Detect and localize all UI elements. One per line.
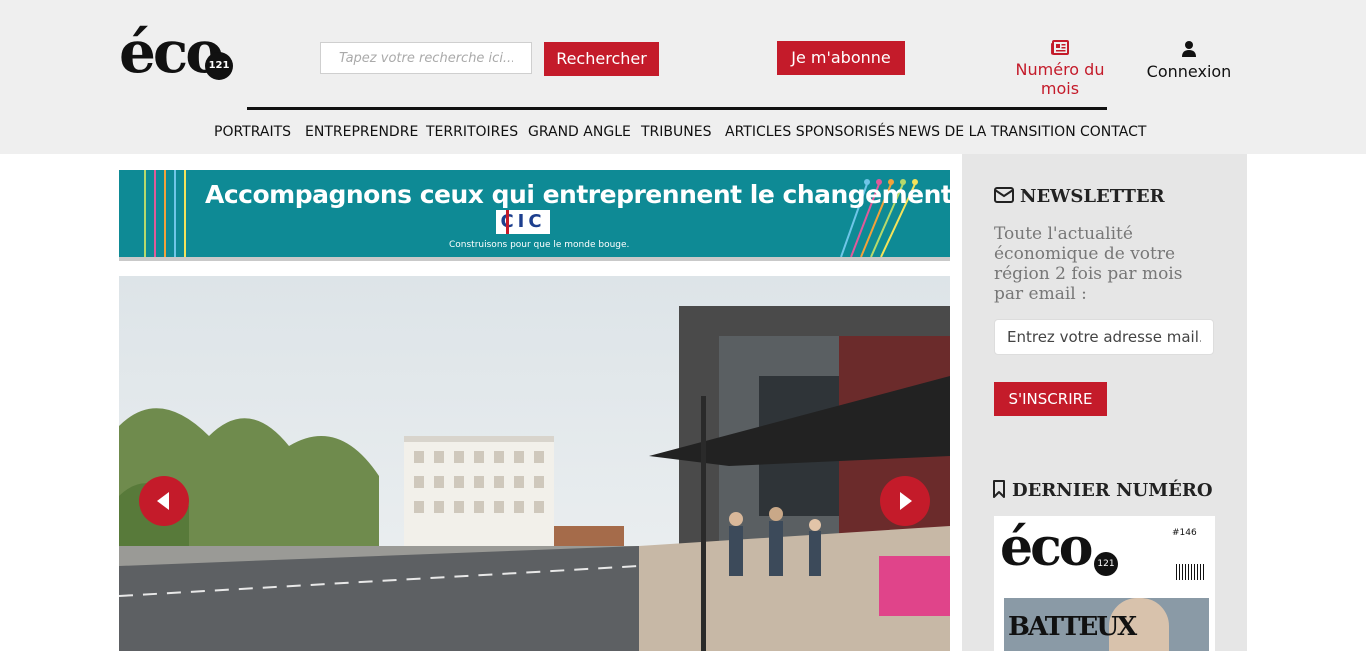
user-icon xyxy=(1182,41,1196,57)
latest-issue-cover[interactable]: éco 121 #146 BATTEUX xyxy=(994,516,1215,651)
logo-badge: 121 xyxy=(205,52,233,80)
logo-wordmark: éco xyxy=(119,18,224,86)
login-label: Connexion xyxy=(1146,62,1232,81)
cic-logo: CIC xyxy=(496,210,550,234)
latest-issue-heading: DERNIER NUMÉRO xyxy=(992,480,1213,501)
latest-issue-title: DERNIER NUMÉRO xyxy=(1012,480,1213,501)
site-logo[interactable]: éco 121 xyxy=(119,14,249,90)
newspaper-icon xyxy=(1051,40,1069,55)
search-button[interactable]: Rechercher xyxy=(544,42,659,76)
newsletter-title: NEWSLETTER xyxy=(1020,186,1165,207)
nav-item-portraits[interactable]: PORTRAITS xyxy=(214,124,291,140)
bookmark-icon xyxy=(993,480,1005,498)
cover-logo-badge: 121 xyxy=(1094,552,1118,576)
cover-photo: BATTEUX xyxy=(1004,598,1209,651)
cover-logo: éco xyxy=(1000,517,1093,578)
cic-logo-bar xyxy=(506,210,509,234)
banner-tagline: Construisons pour que le monde bouge. xyxy=(449,240,630,250)
nav-item-territoires[interactable]: TERRITOIRES xyxy=(426,124,518,140)
cover-barcode xyxy=(1176,564,1206,580)
banner-bottom-border xyxy=(119,257,950,261)
site-header: éco 121 Rechercher Je m'abonne Numéro du… xyxy=(0,0,1366,154)
newsletter-heading: NEWSLETTER xyxy=(994,186,1165,207)
cic-logo-text: CIC xyxy=(500,211,546,232)
chevron-left-icon xyxy=(157,492,169,510)
nav-divider xyxy=(247,107,1107,110)
subscribe-button[interactable]: Je m'abonne xyxy=(777,41,905,75)
nav-item-news-transition[interactable]: NEWS DE LA TRANSITION xyxy=(898,124,1076,140)
chevron-right-icon xyxy=(900,492,912,510)
issue-of-month-label: Numéro du mois xyxy=(1015,60,1105,98)
nav-item-contact[interactable]: CONTACT xyxy=(1080,124,1146,140)
ad-banner[interactable]: Accompagnons ceux qui entreprennent le c… xyxy=(119,170,950,261)
nav-item-entreprendre[interactable]: ENTREPRENDRE xyxy=(305,124,418,140)
newsletter-subscribe-button[interactable]: S'INSCRIRE xyxy=(994,382,1107,416)
issue-of-month-link[interactable]: Numéro du mois xyxy=(996,40,1124,98)
nav-item-grand-angle[interactable]: GRAND ANGLE xyxy=(528,124,631,140)
email-field[interactable] xyxy=(994,319,1214,355)
sidebar: NEWSLETTER Toute l'actualité économique … xyxy=(962,154,1247,651)
newsletter-description: Toute l'actualité économique de votre ré… xyxy=(994,224,1183,304)
banner-headline: Accompagnons ceux qui entreprennent le c… xyxy=(205,180,950,209)
nav-item-tribunes[interactable]: TRIBUNES xyxy=(641,124,711,140)
cover-issue-number: #146 xyxy=(1172,528,1197,538)
slider-next-button[interactable] xyxy=(880,476,930,526)
search-input[interactable] xyxy=(320,42,532,74)
hero-slider-image[interactable] xyxy=(119,276,950,651)
login-link[interactable]: Connexion xyxy=(1143,40,1235,81)
slider-prev-button[interactable] xyxy=(139,476,189,526)
street-scene-image xyxy=(119,276,950,651)
cover-headline: BATTEUX xyxy=(1008,612,1137,642)
envelope-icon xyxy=(994,187,1014,203)
nav-item-articles-sponsorises[interactable]: ARTICLES SPONSORISÉS xyxy=(725,124,895,140)
